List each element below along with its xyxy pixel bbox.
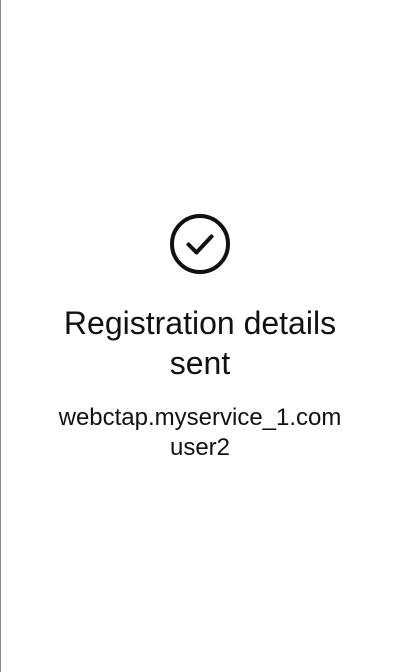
username-text: user2 (169, 434, 231, 461)
service-host-text: webctap.myservice_1.com (58, 404, 342, 431)
check-circle-icon (169, 213, 231, 275)
registration-confirmation-screen: Registration details sent webctap.myserv… (0, 0, 400, 672)
confirmation-title: Registration details sent (63, 305, 337, 381)
